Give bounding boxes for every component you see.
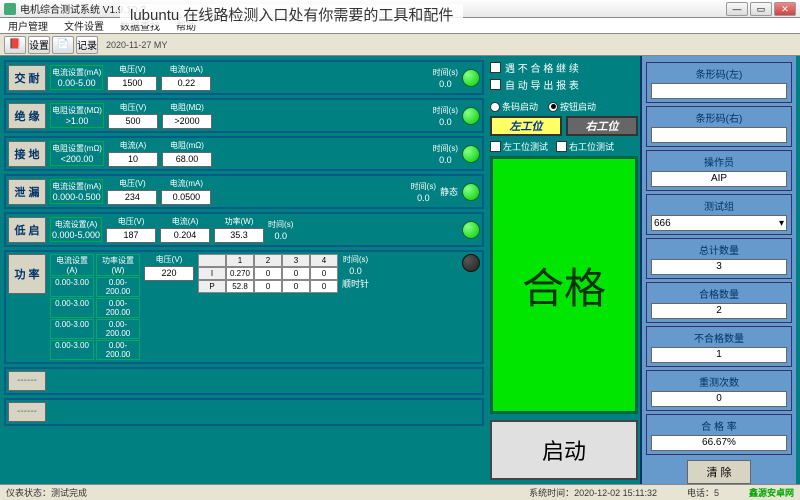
tool-book-icon[interactable]: 📕 <box>4 36 26 54</box>
fail-count: 1 <box>651 347 787 363</box>
close-button[interactable]: ✕ <box>774 2 796 16</box>
toolbar: 📕 设置 📄 记录 2020-11-27 MY <box>0 34 800 56</box>
row-gonglv: 功 率 电流设置(A)功率设置(W) 0.00-3.000.00-200.00 … <box>4 250 484 364</box>
system-time: 系统时间：2020-12-02 15:11:32 <box>529 486 657 499</box>
row-jiaonai: 交 耐 电流设置(mA)0.00-5.00 电压(V)1500 电流(mA)0.… <box>4 60 484 95</box>
tool-settings-button[interactable]: 设置 <box>28 36 50 54</box>
status-led-icon <box>462 183 480 201</box>
minimize-button[interactable]: — <box>726 2 748 16</box>
start-button[interactable]: 启动 <box>490 420 638 480</box>
pass-rate: 66.67% <box>651 435 787 451</box>
phone: 电话：5 <box>687 486 719 499</box>
power-grid: 1234 I0.270000 P52.8000 <box>198 254 338 293</box>
menu-file[interactable]: 文件设置 <box>56 18 112 33</box>
barcode-left-input[interactable] <box>651 83 787 99</box>
row-xielou: 泄 漏 电流设置(mA)0.000-0.500 电压(V)234 电流(mA)0… <box>4 174 484 209</box>
row-label: 交 耐 <box>8 65 46 91</box>
pass-count: 2 <box>651 303 787 319</box>
current-value: 0.22 <box>161 76 211 91</box>
radio-barcode-start[interactable] <box>490 102 500 112</box>
retest-count: 0 <box>651 391 787 407</box>
toolbar-date: 2020-11-27 MY <box>106 40 167 50</box>
checkbox-continue[interactable] <box>490 62 501 73</box>
control-panel: 遇 不 合 格 继 续 自 动 导 出 报 表 条码启动 按钮启动 左工位 右工… <box>488 56 640 484</box>
status-led-icon <box>462 221 480 239</box>
status-led-icon <box>462 107 480 125</box>
row-placeholder: ------ <box>4 367 484 395</box>
tool-record-button[interactable]: 记录 <box>76 36 98 54</box>
row-placeholder: ------ <box>4 398 484 426</box>
status-led-icon <box>462 69 480 87</box>
left-station-button[interactable]: 左工位 <box>490 116 562 136</box>
radio-button-start[interactable] <box>548 102 558 112</box>
stats-panel: 条形码(左) 条形码(右) 操作员AIP 测试组666▾ 总计数量3 合格数量2… <box>640 56 796 484</box>
row-diqi: 低 启 电流设置(A)0.000-5.000 电压(V)187 电流(A)0.2… <box>4 212 484 247</box>
test-rows-panel: 交 耐 电流设置(mA)0.00-5.00 电压(V)1500 电流(mA)0.… <box>0 56 488 484</box>
maximize-button[interactable]: ▭ <box>750 2 772 16</box>
instrument-status: 仪表状态：测试完成 <box>6 486 87 499</box>
checkbox-export[interactable] <box>490 79 501 90</box>
chevron-down-icon: ▾ <box>779 218 784 229</box>
watermark: 鑫源安卓网 <box>749 486 794 499</box>
result-display: 合格 <box>490 156 638 414</box>
tool-doc-icon[interactable]: 📄 <box>52 36 74 54</box>
voltage-value: 1500 <box>107 76 157 91</box>
barcode-right-input[interactable] <box>651 127 787 143</box>
row-jueyuan: 绝 缘 电阻设置(MΩ)>1.00 电压(V)500 电阻(MΩ)>2000 时… <box>4 98 484 133</box>
checkbox-left-test[interactable] <box>490 141 501 152</box>
test-group-select[interactable]: 666▾ <box>651 215 787 231</box>
clear-button[interactable]: 清 除 <box>687 460 750 484</box>
right-station-button[interactable]: 右工位 <box>566 116 638 136</box>
checkbox-right-test[interactable] <box>556 141 567 152</box>
menu-user[interactable]: 用户管理 <box>0 18 56 33</box>
total-count: 3 <box>651 259 787 275</box>
status-led-icon <box>462 145 480 163</box>
row-jiedi: 接 地 电阻设置(mΩ)<200.00 电流(A)10 电阻(mΩ)68.00 … <box>4 136 484 171</box>
statusbar: 仪表状态：测试完成 系统时间：2020-12-02 15:11:32 电话：5 … <box>0 484 800 500</box>
banner-text: lubuntu 在线路检测入口处有你需要的工具和配件 <box>120 4 463 25</box>
status-led-icon <box>462 254 480 272</box>
app-icon <box>4 3 16 15</box>
operator-value: AIP <box>651 171 787 187</box>
